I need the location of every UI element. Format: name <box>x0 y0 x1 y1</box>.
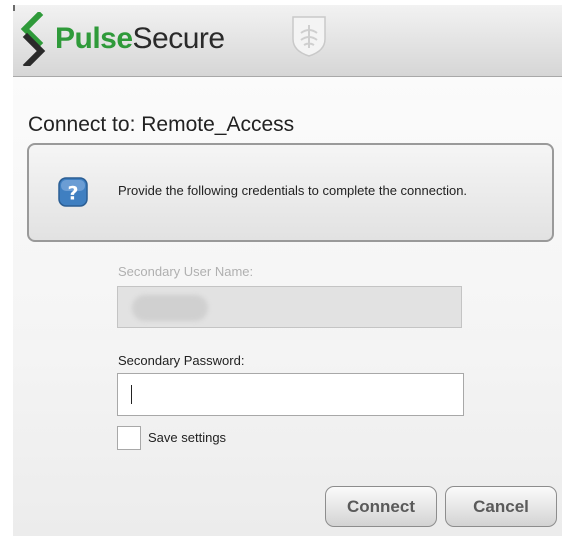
secondary-password-label: Secondary Password: <box>118 353 245 368</box>
connect-to-title: Connect to: Remote_Access <box>28 113 295 136</box>
brand-secure-text: Secure <box>132 22 226 55</box>
secondary-password-field[interactable] <box>117 373 464 416</box>
brand-name: PulseSecure <box>55 22 225 56</box>
info-message: Provide the following credentials to com… <box>118 183 468 198</box>
secondary-username-label: Secondary User Name: <box>118 264 254 279</box>
window-corner-mark <box>13 5 15 11</box>
save-settings-checkbox[interactable] <box>117 426 141 450</box>
svg-text:?: ? <box>67 183 78 205</box>
connect-button[interactable]: Connect <box>325 486 437 527</box>
redacted-username-value <box>132 295 208 321</box>
brand-pulse-text: Pulse <box>55 22 133 55</box>
shield-emblem-icon <box>292 16 326 57</box>
cancel-button[interactable]: Cancel <box>445 486 557 527</box>
secondary-username-field <box>117 286 462 328</box>
save-settings-label[interactable]: Save settings <box>148 430 226 445</box>
help-question-icon: ? <box>58 177 88 207</box>
text-cursor <box>131 385 132 404</box>
pulse-secure-logo-icon <box>20 12 46 66</box>
